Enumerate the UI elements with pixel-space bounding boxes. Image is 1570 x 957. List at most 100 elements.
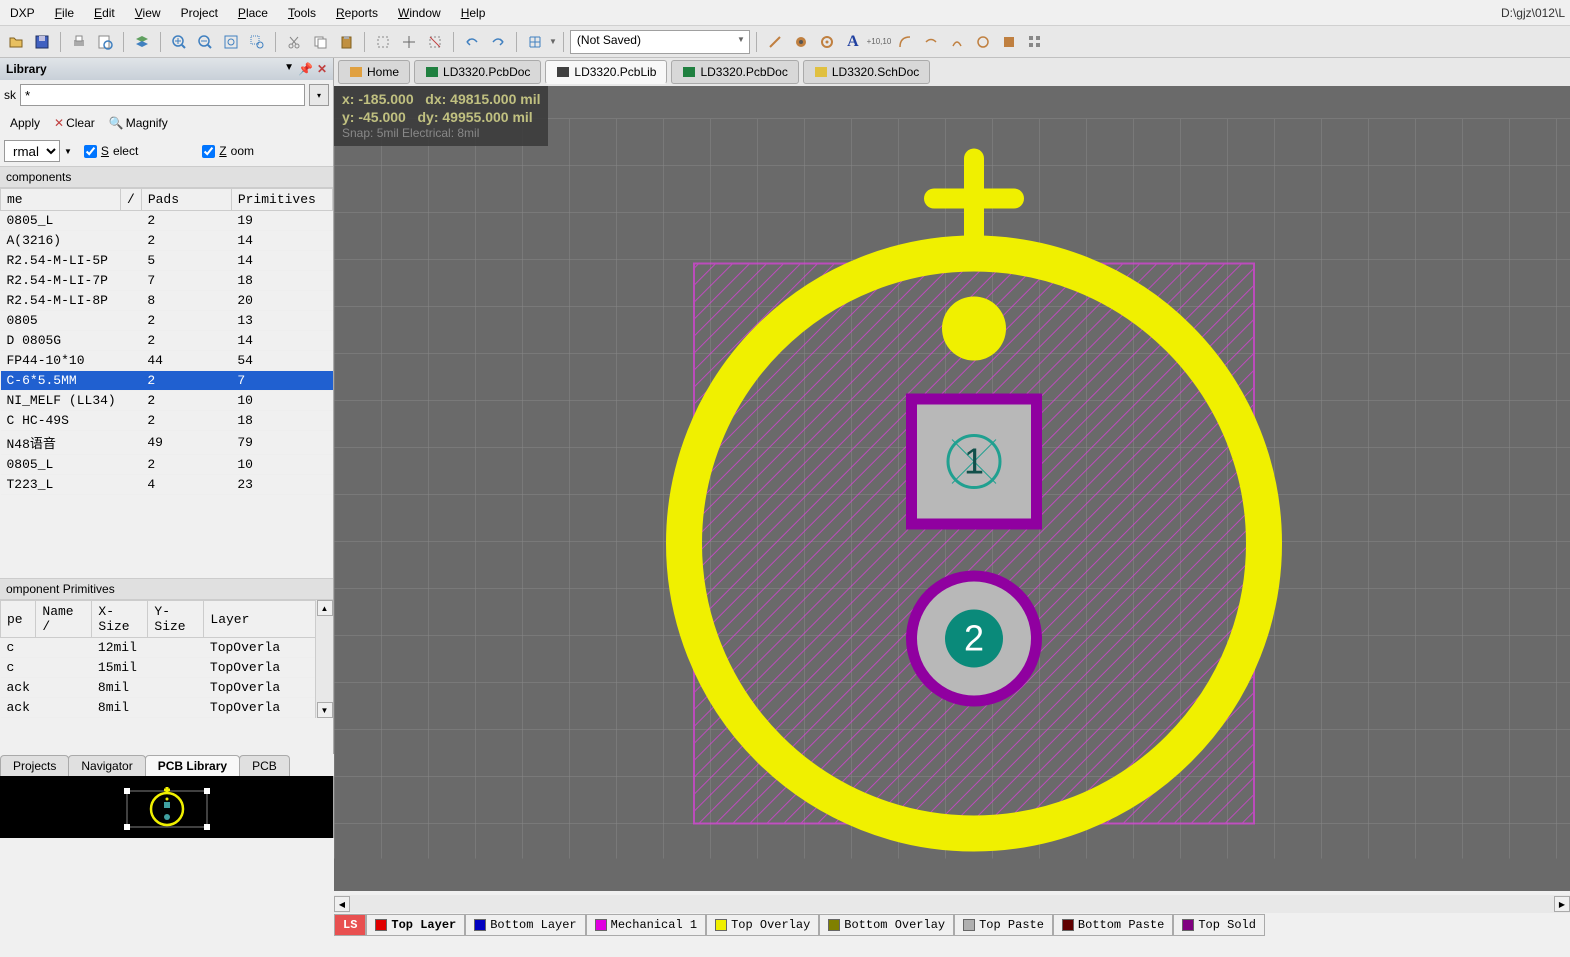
table-row[interactable]: ack8milTopOverla xyxy=(1,678,333,698)
open-icon[interactable] xyxy=(4,30,28,54)
array-icon[interactable] xyxy=(1023,30,1047,54)
doc-tab-ld3320-pcbdoc[interactable]: LD3320.PcbDoc xyxy=(671,60,798,84)
arc-center-icon[interactable] xyxy=(893,30,917,54)
primitives-scrollbar[interactable]: ▲ ▼ xyxy=(315,600,333,718)
chevron-down-icon[interactable]: ▼ xyxy=(64,147,72,156)
menu-view[interactable]: View xyxy=(125,2,171,24)
menu-dxp[interactable]: DXP xyxy=(0,2,45,24)
zoom-fit-icon[interactable] xyxy=(219,30,243,54)
move-icon[interactable] xyxy=(397,30,421,54)
tab-pcb[interactable]: PCB xyxy=(239,755,290,776)
layer-tab-top-sold[interactable]: Top Sold xyxy=(1173,914,1265,936)
zoom-region-icon[interactable] xyxy=(245,30,269,54)
cut-icon[interactable] xyxy=(282,30,306,54)
col-pads[interactable]: Pads xyxy=(141,189,231,211)
save-icon[interactable] xyxy=(30,30,54,54)
doc-tab-ld3320-schdoc[interactable]: LD3320.SchDoc xyxy=(803,60,930,84)
col-type[interactable]: pe xyxy=(1,601,36,638)
scroll-up-icon[interactable]: ▲ xyxy=(317,600,333,616)
copy-icon[interactable] xyxy=(308,30,332,54)
col-pname[interactable]: Name / xyxy=(36,601,92,638)
arc-edge-icon[interactable] xyxy=(919,30,943,54)
tab-pcb-library[interactable]: PCB Library xyxy=(145,755,240,776)
scroll-left-icon[interactable]: ◀ xyxy=(334,896,350,912)
tab-projects[interactable]: Projects xyxy=(0,755,69,776)
layer-tab-top-overlay[interactable]: Top Overlay xyxy=(706,914,819,936)
select-icon[interactable] xyxy=(371,30,395,54)
col-name[interactable]: me xyxy=(1,189,121,211)
zoom-out-icon[interactable] xyxy=(193,30,217,54)
menu-reports[interactable]: Reports xyxy=(326,2,388,24)
select-checkbox-wrap[interactable]: Select xyxy=(84,144,138,158)
pad-1[interactable]: 1 xyxy=(906,394,1042,530)
grid-icon[interactable] xyxy=(523,30,547,54)
table-row[interactable]: ack8milTopOverla xyxy=(1,698,333,718)
menu-edit[interactable]: Edit xyxy=(84,2,125,24)
deselect-icon[interactable] xyxy=(423,30,447,54)
undo-icon[interactable] xyxy=(460,30,484,54)
col-sort[interactable]: / xyxy=(121,189,142,211)
layer-tab-bottom-paste[interactable]: Bottom Paste xyxy=(1053,914,1173,936)
menu-tools[interactable]: Tools xyxy=(278,2,326,24)
table-row[interactable]: NI_MELF (LL34)210 xyxy=(1,391,333,411)
table-row[interactable]: 0805213 xyxy=(1,311,333,331)
layer-tab-bottom-overlay[interactable]: Bottom Overlay xyxy=(819,914,954,936)
canvas[interactable]: x: -185.000 dx: 49815.000 mil y: -45.000… xyxy=(334,86,1570,891)
string-icon[interactable]: A xyxy=(841,30,865,54)
pad-icon[interactable] xyxy=(789,30,813,54)
menu-help[interactable]: Help xyxy=(451,2,496,24)
doc-tab-ld3320-pcblib[interactable]: LD3320.PcbLib xyxy=(545,60,667,84)
select-checkbox[interactable] xyxy=(84,145,97,158)
print-icon[interactable] xyxy=(67,30,91,54)
arc-any-icon[interactable] xyxy=(945,30,969,54)
layer-tab-ls[interactable]: LS xyxy=(334,914,366,936)
h-scrollbar[interactable]: ◀ ▶ xyxy=(334,895,1570,913)
paste-icon[interactable] xyxy=(334,30,358,54)
zoom-in-icon[interactable] xyxy=(167,30,191,54)
col-ysize[interactable]: Y-Size xyxy=(148,601,204,638)
col-xsize[interactable]: X-Size xyxy=(92,601,148,638)
table-row[interactable]: C HC-49S218 xyxy=(1,411,333,431)
clear-button[interactable]: ✕Clear xyxy=(48,114,101,132)
zoom-checkbox-wrap[interactable]: Zoom xyxy=(202,144,254,158)
via-icon[interactable] xyxy=(815,30,839,54)
zoom-checkbox[interactable] xyxy=(202,145,215,158)
table-row[interactable]: R2.54-M-LI-8P820 xyxy=(1,291,333,311)
dropdown-arrow-icon[interactable]: ▼ xyxy=(549,37,557,46)
menu-window[interactable]: Window xyxy=(388,2,451,24)
table-row[interactable]: R2.54-M-LI-5P514 xyxy=(1,251,333,271)
doc-tab-home[interactable]: Home xyxy=(338,60,410,84)
menu-place[interactable]: Place xyxy=(228,2,278,24)
scroll-right-icon[interactable]: ▶ xyxy=(1554,896,1570,912)
pad-2[interactable]: 2 xyxy=(906,571,1042,707)
dropdown-icon[interactable]: ▼ xyxy=(284,62,294,76)
table-row[interactable]: N48语音4979 xyxy=(1,431,333,455)
fill-icon[interactable] xyxy=(997,30,1021,54)
snapshot-dropdown[interactable]: (Not Saved) xyxy=(570,30,750,54)
magnify-button[interactable]: 🔍Magnify xyxy=(103,114,174,132)
menu-project[interactable]: Project xyxy=(171,2,228,24)
redo-icon[interactable] xyxy=(486,30,510,54)
tab-navigator[interactable]: Navigator xyxy=(68,755,145,776)
doc-tab-ld3320-pcbdoc[interactable]: LD3320.PcbDoc xyxy=(414,60,541,84)
layer-tab-top-paste[interactable]: Top Paste xyxy=(954,914,1053,936)
mask-input[interactable] xyxy=(20,84,305,106)
col-layer[interactable]: Layer xyxy=(204,601,333,638)
col-primitives[interactable]: Primitives xyxy=(231,189,332,211)
layers-icon[interactable] xyxy=(130,30,154,54)
layer-tab-mechanical-1[interactable]: Mechanical 1 xyxy=(586,914,706,936)
table-row[interactable]: T223_L423 xyxy=(1,475,333,495)
table-row[interactable]: 0805_L210 xyxy=(1,455,333,475)
table-row[interactable]: c15milTopOverla xyxy=(1,658,333,678)
table-row[interactable]: 0805_L219 xyxy=(1,211,333,231)
pin-icon[interactable]: 📌 xyxy=(298,62,313,76)
preview-icon[interactable] xyxy=(93,30,117,54)
table-row[interactable]: A(3216)214 xyxy=(1,231,333,251)
layer-tab-bottom-layer[interactable]: Bottom Layer xyxy=(465,914,585,936)
mask-dropdown-icon[interactable]: ▾ xyxy=(309,84,329,106)
mode-select[interactable]: rmal xyxy=(4,140,60,162)
table-row[interactable]: R2.54-M-LI-7P718 xyxy=(1,271,333,291)
coord-icon[interactable]: +10,10 xyxy=(867,30,891,54)
table-row[interactable]: C-6*5.5MM27 xyxy=(1,371,333,391)
close-icon[interactable]: ✕ xyxy=(317,62,327,76)
